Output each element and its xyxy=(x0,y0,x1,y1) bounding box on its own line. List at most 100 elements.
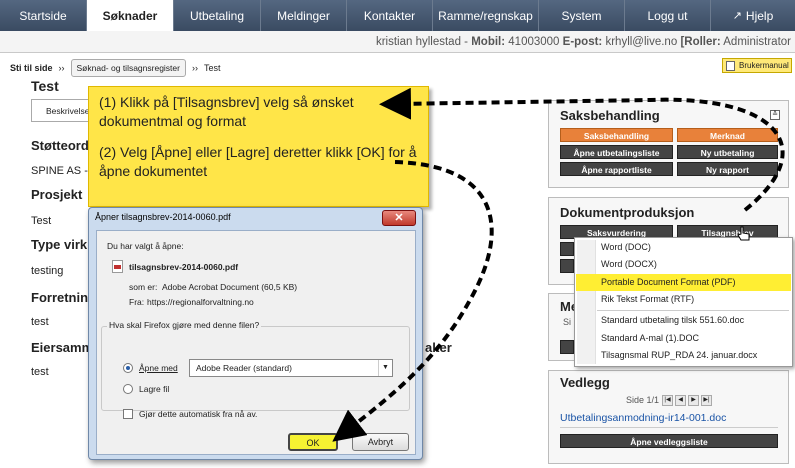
breadcrumb-home[interactable]: Sti til side xyxy=(10,63,53,73)
instruction-callout: (1) Klikk på [Tilsagnsbrev] velg så ønsk… xyxy=(88,86,429,207)
menu-item-pdf[interactable]: Portable Document Format (PDF) xyxy=(576,274,791,291)
breadcrumb-register-button[interactable]: Søknad- og tilsagnsregister xyxy=(70,59,186,77)
user-roles: Administrator xyxy=(723,36,791,48)
application-select-value: Adobe Reader (standard) xyxy=(196,363,292,373)
cancel-button[interactable]: Avbryt xyxy=(352,433,409,451)
instruction-step-2: (2) Velg [Åpne] eller [Lagre] deretter k… xyxy=(99,144,417,179)
action-question: Hva skal Firefox gjøre med denne filen? xyxy=(107,320,262,330)
auto-action-label[interactable]: Gjør dette automatisk fra nå av. xyxy=(139,409,257,419)
tab-utbetaling[interactable]: Utbetaling xyxy=(174,0,261,31)
manual-label: Brukermanual xyxy=(739,61,789,70)
user-info-bar: kristian hyllestad - Mobil: 41003000 E-p… xyxy=(0,31,795,53)
breadcrumb-current: Test xyxy=(203,63,221,73)
field-value: SPINE AS - xyxy=(31,165,88,177)
dialog-body: Du har valgt å åpne: tilsagnsbrev-2014-0… xyxy=(96,230,416,455)
tilsagnsbrev-format-menu: Word (DOC) Word (DOCX) Portable Document… xyxy=(574,237,793,367)
email-label: E-post: xyxy=(562,36,603,48)
field-label: Forretnin xyxy=(31,290,89,305)
menu-item-template[interactable]: Tilsagnsmal RUP_RDA 24. januar.docx xyxy=(576,347,791,364)
panel-button-partial[interactable] xyxy=(560,259,574,273)
new-payment-button[interactable]: Ny utbetaling xyxy=(677,145,778,159)
field-label: Prosjekt xyxy=(31,187,83,202)
instruction-step-1: (1) Klikk på [Tilsagnsbrev] velg så ønsk… xyxy=(99,94,354,129)
open-report-list-button[interactable]: Åpne rapportliste xyxy=(560,162,673,176)
field-label: Type virk xyxy=(31,237,88,252)
external-link-icon: ↗ xyxy=(732,10,742,22)
dialog-title: Åpner tilsagnsbrev-2014-0060.pdf xyxy=(95,212,231,222)
menu-item-template[interactable]: Standard A-mal (1).DOC xyxy=(576,330,791,347)
open-with-label[interactable]: Åpne med xyxy=(139,363,178,373)
file-source-label: Fra: xyxy=(129,297,145,307)
vedlegg-file-link[interactable]: Utbetalingsanmodning-ir14-001.doc xyxy=(560,412,726,424)
open-payment-list-button[interactable]: Åpne utbetalingsliste xyxy=(560,145,673,159)
chevron-down-icon: ▼ xyxy=(378,360,392,376)
tab-startside[interactable]: Startside xyxy=(0,0,87,31)
page-title: Test xyxy=(31,78,59,94)
dokumentproduksjon-title: Dokumentproduksjon xyxy=(560,205,695,220)
breadcrumb-separator: ›› xyxy=(191,63,198,73)
tab-beskrivelse[interactable]: Beskrivelse xyxy=(31,99,95,121)
menu-item-template[interactable]: Standard utbetaling tilsk 551.60.doc xyxy=(576,312,791,329)
new-report-button[interactable]: Ny rapport xyxy=(677,162,778,176)
dialog-intro: Du har valgt å åpne: xyxy=(107,241,184,251)
user-name: kristian hyllestad xyxy=(375,36,461,48)
file-type-value: Adobe Acrobat Document (60,5 KB) xyxy=(162,282,298,292)
merknad-button[interactable]: Merknad xyxy=(677,128,778,142)
dialog-filename: tilsagnsbrev-2014-0060.pdf xyxy=(129,262,239,272)
tab-logg-ut[interactable]: Logg ut xyxy=(625,0,711,31)
first-page-icon[interactable]: |◀ xyxy=(662,395,673,406)
breadcrumb-separator: ›› xyxy=(58,63,65,73)
save-file-label[interactable]: Lagre fil xyxy=(139,384,169,394)
vedlegg-panel: Vedlegg Side 1/1 |◀ ◀ ▶ ▶| Utbetalingsan… xyxy=(548,370,789,464)
save-file-radio[interactable] xyxy=(123,384,133,394)
panel-button-partial[interactable] xyxy=(560,340,574,354)
field-label-partial: aker xyxy=(425,340,452,355)
saksbehandling-panel: Saksbehandling ≚ Saksbehandling Merknad … xyxy=(548,100,789,188)
ok-button[interactable]: OK xyxy=(288,433,338,451)
breadcrumb: Sti til side ›› Søknad- og tilsagnsregis… xyxy=(10,59,221,77)
tab-hjelp[interactable]: ↗ Hjelp xyxy=(711,0,795,31)
next-page-icon[interactable]: ▶ xyxy=(688,395,699,406)
top-navigation: Startside Søknader Utbetaling Meldinger … xyxy=(0,0,795,31)
prev-page-icon[interactable]: ◀ xyxy=(675,395,686,406)
tab-kontakter[interactable]: Kontakter xyxy=(347,0,433,31)
menu-item-rtf[interactable]: Rik Tekst Format (RTF) xyxy=(576,291,791,308)
field-label: Eiersamm xyxy=(31,340,94,355)
auto-action-checkbox[interactable] xyxy=(123,409,133,419)
collapse-icon[interactable]: ≚ xyxy=(770,110,780,120)
field-label: Støtteord xyxy=(31,138,89,153)
mobile-label: Mobil: xyxy=(471,36,506,48)
tab-soknader[interactable]: Søknader xyxy=(87,0,174,31)
divider xyxy=(560,427,778,428)
field-value: test xyxy=(31,316,49,328)
file-source-value: https://regionalforvaltning.no xyxy=(147,297,254,307)
saksbehandling-button[interactable]: Saksbehandling xyxy=(560,128,673,142)
panel-text-partial: Si xyxy=(563,317,572,327)
panel-button-partial[interactable] xyxy=(560,242,574,256)
open-attachment-list-button[interactable]: Åpne vedleggsliste xyxy=(560,434,778,448)
tab-hjelp-label: Hjelp xyxy=(745,8,774,23)
user-email: krhyll@live.no xyxy=(605,36,678,48)
roles-label: [Roller: xyxy=(680,36,721,48)
application-select[interactable]: Adobe Reader (standard) ▼ xyxy=(189,359,393,377)
tab-meldinger[interactable]: Meldinger xyxy=(261,0,347,31)
user-mobile: 41003000 xyxy=(508,36,560,48)
open-with-radio[interactable] xyxy=(123,363,133,373)
saksbehandling-title: Saksbehandling xyxy=(560,108,660,123)
file-type-label: som er: xyxy=(129,282,158,292)
tab-ramme-regnskap[interactable]: Ramme/regnskap xyxy=(433,0,539,31)
tab-underline xyxy=(31,121,91,122)
vedlegg-pager-text: Side 1/1 xyxy=(626,395,660,405)
field-value: test xyxy=(31,366,49,378)
field-value: Test xyxy=(31,215,52,227)
pdf-file-icon xyxy=(112,260,123,273)
field-value: testing xyxy=(31,265,64,277)
menu-separator xyxy=(597,310,789,311)
close-icon[interactable]: ✕ xyxy=(382,210,416,226)
manual-button[interactable]: Brukermanual xyxy=(722,58,792,73)
menu-item-word-docx[interactable]: Word (DOCX) xyxy=(576,256,791,273)
last-page-icon[interactable]: ▶| xyxy=(701,395,712,406)
menu-item-word-doc[interactable]: Word (DOC) xyxy=(576,239,791,256)
tab-system[interactable]: System xyxy=(539,0,625,31)
document-icon xyxy=(726,61,735,71)
